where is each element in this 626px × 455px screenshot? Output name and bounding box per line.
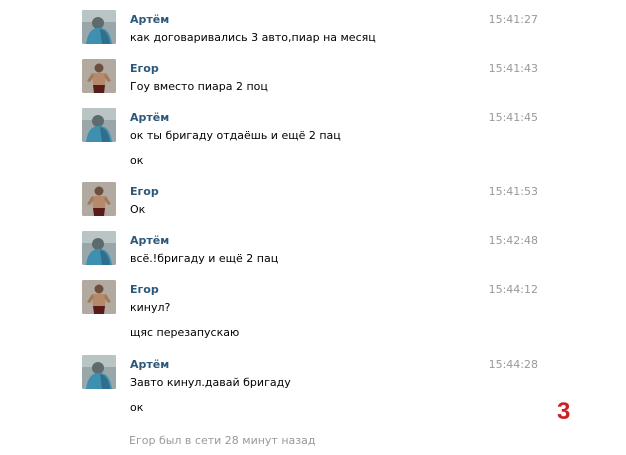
message-item: Артём 15:41:27 как договаривались 3 авто… bbox=[82, 10, 542, 44]
message-author[interactable]: Егор bbox=[130, 62, 159, 75]
egor-avatar[interactable] bbox=[82, 59, 116, 93]
message-item: Егор 15:44:12 кинул? щяс перезапускаю bbox=[82, 280, 542, 339]
message-time[interactable]: 15:41:43 bbox=[489, 62, 538, 75]
message-time[interactable]: 15:41:53 bbox=[489, 185, 538, 198]
message-text: как договаривались 3 авто,пиар на месяц bbox=[130, 31, 376, 44]
artem-avatar[interactable] bbox=[82, 108, 116, 142]
message-author[interactable]: Артём bbox=[130, 13, 169, 26]
message-author[interactable]: Артём bbox=[130, 234, 169, 247]
message-text: Ок bbox=[130, 203, 146, 216]
message-text: Завто кинул.давай бригаду bbox=[130, 376, 291, 389]
message-item: Егор 15:41:43 Гоу вместо пиара 2 поц bbox=[82, 59, 542, 93]
message-item: Артём 15:42:48 всё.!бригаду и ещё 2 пац bbox=[82, 231, 542, 265]
message-time[interactable]: 15:44:28 bbox=[489, 358, 538, 371]
message-text: ок bbox=[130, 401, 144, 414]
message-time[interactable]: 15:41:45 bbox=[489, 111, 538, 124]
message-text: ок ты бригаду отдаёшь и ещё 2 пац bbox=[130, 129, 341, 142]
message-text: ок bbox=[130, 154, 144, 167]
last-seen-status: Егор был в сети 28 минут назад bbox=[129, 434, 316, 447]
message-text: щяс перезапускаю bbox=[130, 326, 240, 339]
artem-avatar[interactable] bbox=[82, 355, 116, 389]
message-author[interactable]: Егор bbox=[130, 283, 159, 296]
egor-avatar[interactable] bbox=[82, 280, 116, 314]
message-author[interactable]: Егор bbox=[130, 185, 159, 198]
message-author[interactable]: Артём bbox=[130, 358, 169, 371]
message-item: Артём 15:44:28 Завто кинул.давай бригаду… bbox=[82, 355, 542, 414]
message-item: Артём 15:41:45 ок ты бригаду отдаёшь и е… bbox=[82, 108, 542, 167]
egor-avatar[interactable] bbox=[82, 182, 116, 216]
message-item: Егор 15:41:53 Ок bbox=[82, 182, 542, 216]
page-marker: 3 bbox=[557, 398, 571, 425]
message-text: кинул? bbox=[130, 301, 171, 314]
message-time[interactable]: 15:42:48 bbox=[489, 234, 538, 247]
message-time[interactable]: 15:41:27 bbox=[489, 13, 538, 26]
artem-avatar[interactable] bbox=[82, 231, 116, 265]
message-time[interactable]: 15:44:12 bbox=[489, 283, 538, 296]
chat-history: Артём 15:41:27 как договаривались 3 авто… bbox=[0, 0, 626, 455]
artem-avatar[interactable] bbox=[82, 10, 116, 44]
message-author[interactable]: Артём bbox=[130, 111, 169, 124]
message-text: Гоу вместо пиара 2 поц bbox=[130, 80, 268, 93]
message-text: всё.!бригаду и ещё 2 пац bbox=[130, 252, 279, 265]
